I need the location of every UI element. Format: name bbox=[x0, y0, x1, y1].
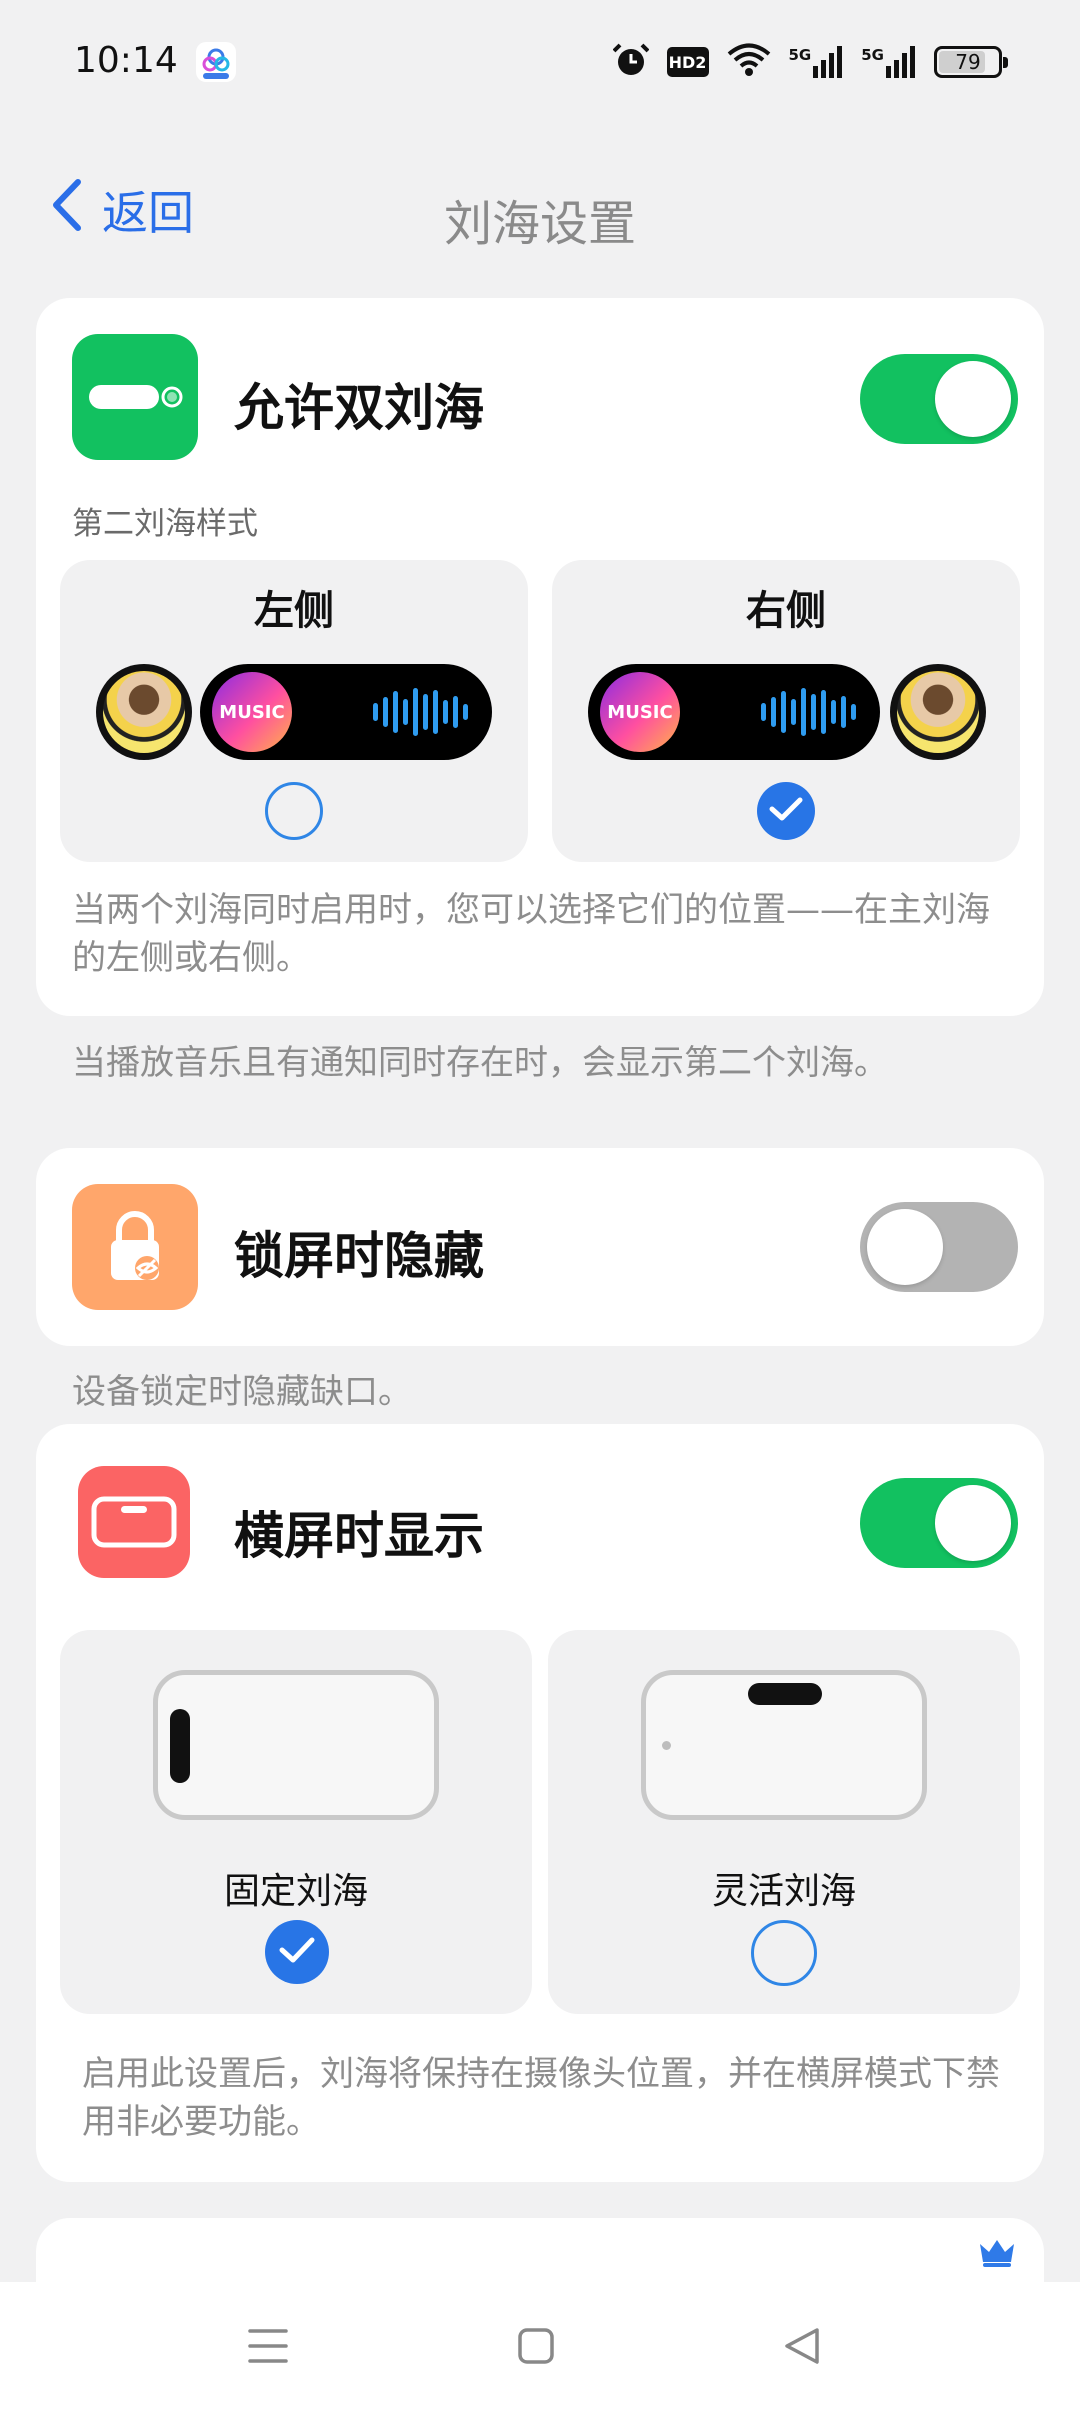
menu-nav-button[interactable] bbox=[230, 2310, 306, 2386]
option-label-fixed: 固定刘海 bbox=[223, 1871, 368, 1912]
flexible-notch-bar bbox=[748, 1683, 822, 1705]
landscape-phone-icon bbox=[78, 1466, 190, 1578]
alarm-icon bbox=[612, 41, 649, 83]
lock-screen-card: 锁屏时隐藏 bbox=[36, 1148, 1044, 1346]
status-time: 10:14 bbox=[74, 40, 178, 81]
dual-notch-row: 允许双刘海 bbox=[36, 326, 1044, 476]
lock-screen-toggle[interactable] bbox=[860, 1202, 1018, 1292]
pill-icon bbox=[72, 334, 198, 460]
radio-fixed[interactable] bbox=[265, 1920, 329, 1984]
toggle-knob bbox=[867, 1209, 943, 1285]
dual-notch-footnote: 当播放音乐且有通知同时存在时，会显示第二个刘海。 bbox=[72, 1043, 888, 1083]
app-notification-icon bbox=[196, 42, 236, 82]
crown-icon bbox=[978, 2238, 1016, 2272]
signal-icon-1: 5G bbox=[789, 46, 844, 78]
fixed-notch-option[interactable]: 固定刘海 bbox=[60, 1630, 532, 2014]
signal-label-1: 5G bbox=[788, 46, 812, 64]
landscape-card: 横屏时显示 固定刘海 灵活刘海 启用此设置后，刘海将保持在摄像头位置，并在横屏模… bbox=[36, 1424, 1044, 2182]
toggle-knob bbox=[935, 1485, 1011, 1561]
back-nav-button[interactable] bbox=[764, 2310, 840, 2386]
option-label-flexible: 灵活刘海 bbox=[711, 1871, 856, 1912]
checkmark-icon bbox=[769, 796, 803, 826]
lock-screen-footnote: 设备锁定时隐藏缺口。 bbox=[72, 1372, 412, 1412]
battery-percent: 79 bbox=[955, 50, 981, 74]
avatar bbox=[96, 664, 192, 760]
battery-cap bbox=[1003, 57, 1008, 68]
notch-position-left-option[interactable]: 左侧 MUSIC bbox=[60, 560, 528, 862]
radio-flexible[interactable] bbox=[751, 1920, 817, 1986]
album-art: MUSIC bbox=[212, 672, 292, 752]
notch-pill-preview: MUSIC bbox=[588, 664, 880, 760]
dual-notch-card: 允许双刘海 第二刘海样式 左侧 MUSIC 右侧 MUSIC 当两个刘海同时启用… bbox=[36, 298, 1044, 1016]
radio-right[interactable] bbox=[757, 782, 815, 840]
notch-pill-preview: MUSIC bbox=[200, 664, 492, 760]
notch-position-right-option[interactable]: 右侧 MUSIC bbox=[552, 560, 1020, 862]
home-square-icon bbox=[517, 2327, 555, 2369]
album-art-label: MUSIC bbox=[607, 701, 673, 723]
radio-left[interactable] bbox=[265, 782, 323, 840]
signal-label-2: 5G bbox=[861, 46, 884, 64]
lock-hidden-icon bbox=[72, 1184, 198, 1310]
battery-icon: 79 bbox=[934, 46, 1008, 78]
bottom-navigation-bar bbox=[0, 2282, 1080, 2414]
signal-icon-2: 5G bbox=[861, 46, 916, 78]
landscape-phone-preview bbox=[641, 1670, 927, 1820]
landscape-description: 启用此设置后，刘海将保持在摄像头位置，并在横屏模式下禁用非必要功能。 bbox=[82, 2054, 1000, 2142]
status-icons: HD2 5G 5G 79 bbox=[612, 40, 1008, 84]
checkmark-icon bbox=[279, 1936, 315, 1968]
lock-screen-title: 锁屏时隐藏 bbox=[234, 1227, 484, 1285]
wifi-icon bbox=[727, 43, 771, 81]
camera-dot bbox=[662, 1741, 671, 1750]
audio-wave-icon bbox=[761, 686, 856, 738]
second-notch-style-heading: 第二刘海样式 bbox=[72, 506, 258, 542]
page-title: 刘海设置 bbox=[443, 196, 636, 252]
option-label-right: 右侧 bbox=[746, 588, 826, 634]
audio-wave-icon bbox=[373, 686, 468, 738]
dual-notch-title: 允许双刘海 bbox=[234, 379, 484, 437]
option-label-left: 左侧 bbox=[254, 588, 334, 634]
landscape-title: 横屏时显示 bbox=[234, 1507, 484, 1565]
album-art-label: MUSIC bbox=[219, 701, 285, 723]
album-art: MUSIC bbox=[600, 672, 680, 752]
hd-icon: HD2 bbox=[666, 47, 709, 77]
dual-notch-description: 当两个刘海同时启用时，您可以选择它们的位置——在主刘海的左侧或右侧。 bbox=[72, 890, 990, 978]
status-bar: 10:14 HD2 5G 5G 79 bbox=[0, 0, 1080, 130]
toggle-knob bbox=[935, 361, 1011, 437]
header: 返回 刘海设置 bbox=[0, 160, 1080, 260]
flexible-notch-option[interactable]: 灵活刘海 bbox=[548, 1630, 1020, 2014]
dual-notch-toggle[interactable] bbox=[860, 354, 1018, 444]
hd-label: HD2 bbox=[668, 52, 707, 72]
menu-icon bbox=[248, 2328, 288, 2368]
landscape-phone-preview bbox=[153, 1670, 439, 1820]
home-nav-button[interactable] bbox=[498, 2310, 574, 2386]
avatar bbox=[890, 664, 986, 760]
back-triangle-icon bbox=[783, 2326, 821, 2370]
fixed-notch-bar bbox=[170, 1709, 190, 1783]
landscape-toggle[interactable] bbox=[860, 1478, 1018, 1568]
